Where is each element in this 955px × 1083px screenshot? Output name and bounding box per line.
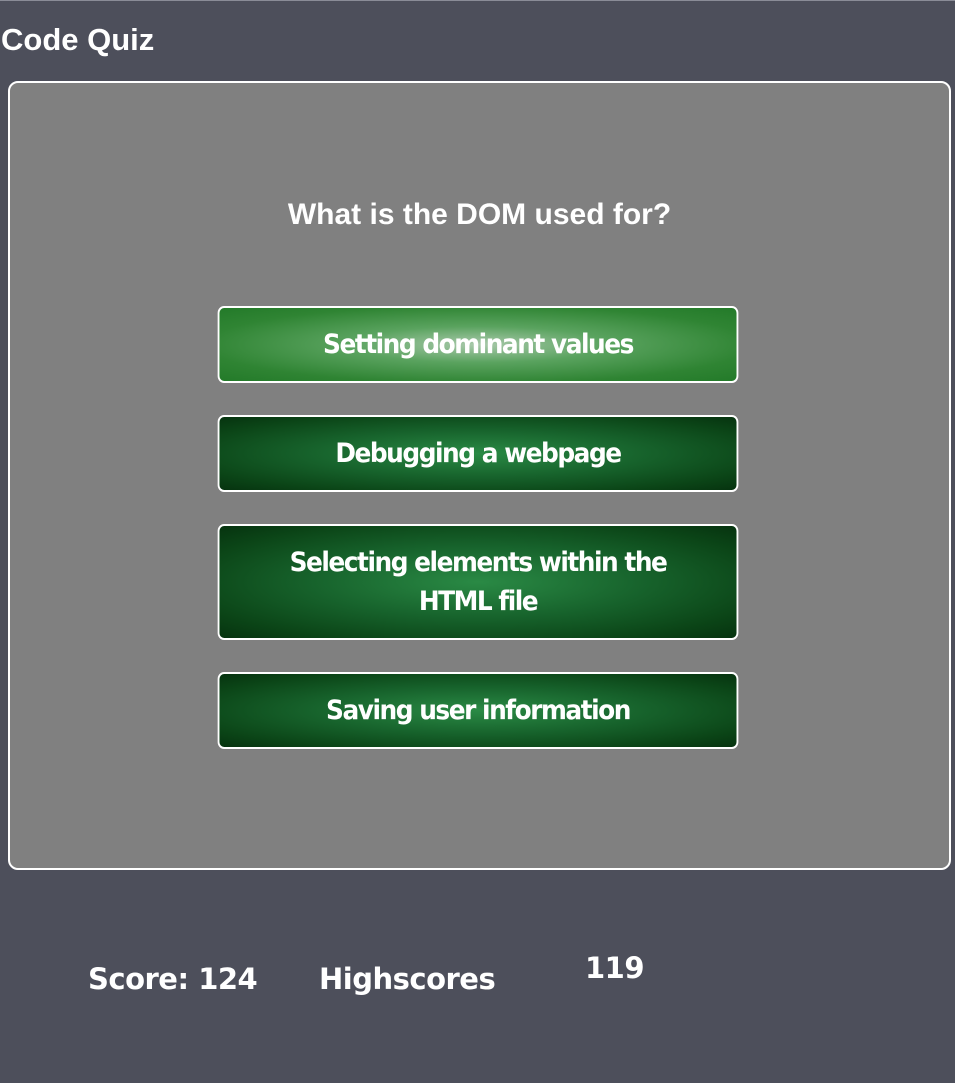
score-display: Score: 124 — [88, 961, 258, 997]
app-title: Code Quiz — [1, 22, 155, 57]
answer-label: Debugging a webpage — [335, 438, 622, 469]
score-label: Score: — [88, 962, 189, 996]
answer-button-4[interactable]: Saving user information — [217, 672, 739, 749]
answer-label: Setting dominant values — [323, 329, 634, 360]
top-border-line — [0, 0, 955, 1]
answer-button-3[interactable]: Selecting elements within the HTML file — [217, 524, 739, 640]
score-value: 124 — [198, 962, 258, 996]
answer-button-2[interactable]: Debugging a webpage — [217, 415, 739, 492]
highscore-value: 119 — [585, 951, 645, 985]
highscores-link[interactable]: Highscores — [319, 961, 496, 997]
answer-label: Saving user information — [326, 695, 631, 726]
answer-button-1[interactable]: Setting dominant values — [217, 306, 739, 383]
answer-label: Selecting elements within the HTML file — [289, 547, 668, 617]
question-text: What is the DOM used for? — [287, 198, 672, 231]
quiz-card: What is the DOM used for? Setting domina… — [8, 81, 951, 870]
